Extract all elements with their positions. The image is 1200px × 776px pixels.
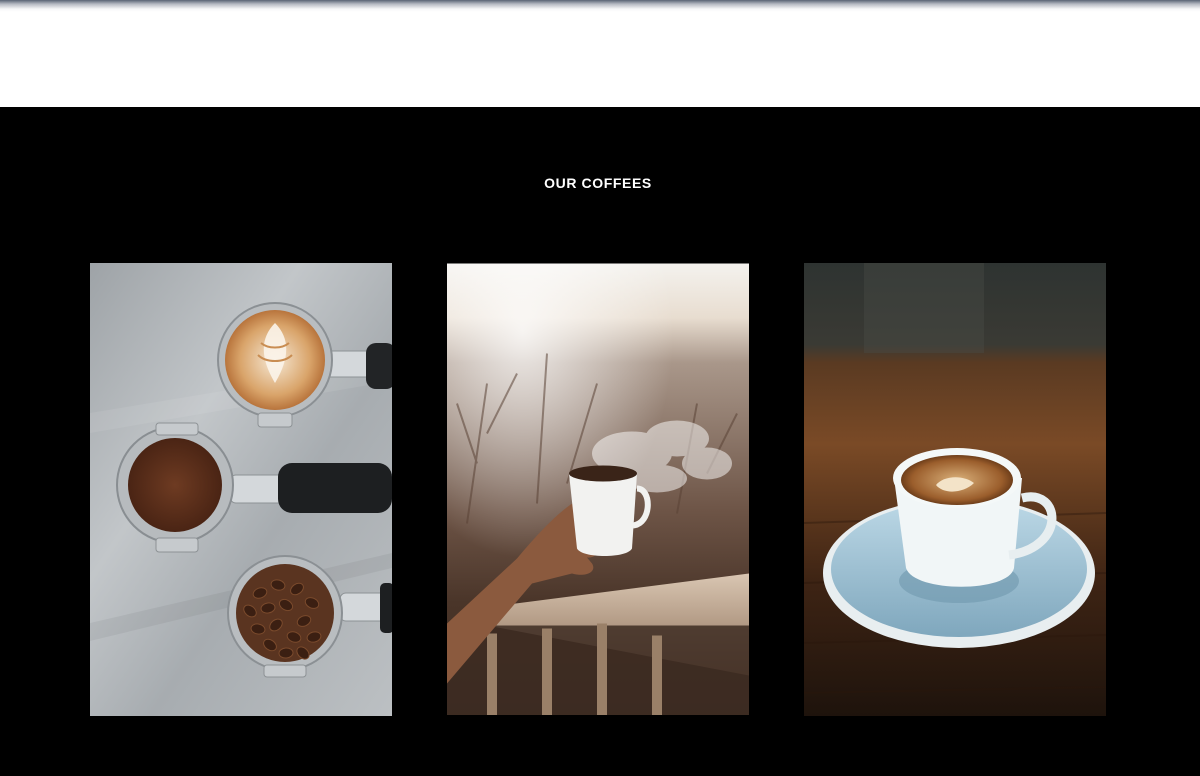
coffee-card-steaming-cup[interactable]: [447, 263, 749, 715]
coffee-card-espresso[interactable]: [804, 263, 1106, 716]
section-title: OUR COFFEES: [544, 175, 652, 191]
our-coffees-section: OUR COFFEES: [0, 107, 1200, 776]
steaming-cup-photo: [447, 263, 749, 715]
coffee-card-portafilters[interactable]: [90, 263, 392, 716]
header-area: [0, 0, 1200, 107]
navbar-shadow: [0, 0, 1200, 12]
portafilters-photo: [90, 263, 392, 716]
espresso-photo: [804, 263, 1106, 716]
